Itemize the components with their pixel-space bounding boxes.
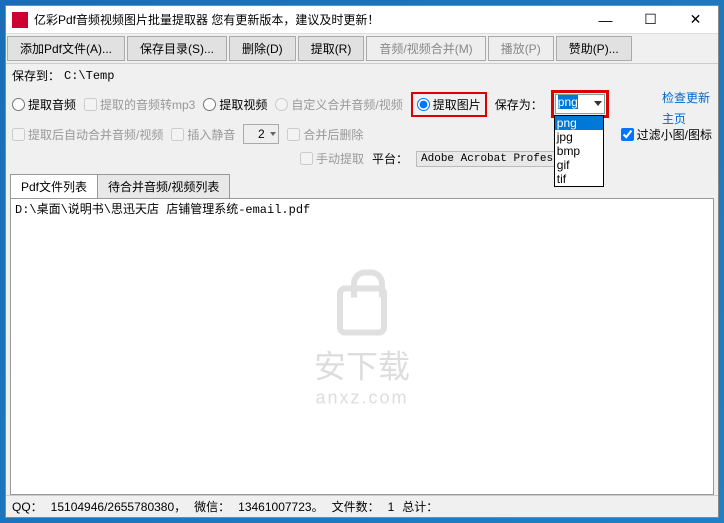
window-title: 亿彩Pdf音频视频图片批量提取器 您有更新版本，建议及时更新！	[34, 11, 583, 28]
status-qq: 15104946/2655780380，	[51, 498, 186, 515]
extract-image-radio[interactable]: 提取图片	[417, 96, 481, 113]
format-option-jpg[interactable]: jpg	[555, 130, 603, 144]
extract-button[interactable]: 提取(R)	[298, 36, 365, 61]
format-option-gif[interactable]: gif	[555, 158, 603, 172]
custom-merge-radio[interactable]: 自定义合并音频/视频	[275, 96, 402, 113]
status-qq-label: QQ：	[12, 498, 43, 515]
format-option-bmp[interactable]: bmp	[555, 144, 603, 158]
play-button[interactable]: 播放(P)	[488, 36, 554, 61]
merge-av-button[interactable]: 音频/视频合并(M)	[366, 36, 485, 61]
silence-spinner[interactable]: 2	[243, 124, 279, 144]
save-dir-button[interactable]: 保存目录(S)...	[127, 36, 227, 61]
homepage-link[interactable]: 主页	[662, 110, 710, 127]
save-to-path: C:\Temp	[64, 69, 114, 83]
toolbar: 添加Pdf文件(A)... 保存目录(S)... 删除(D) 提取(R) 音频/…	[6, 34, 718, 64]
list-item[interactable]: D:\桌面\说明书\思迅天店 店铺管理系统-email.pdf	[11, 199, 713, 218]
insert-silence-check[interactable]: 插入静音	[171, 126, 235, 143]
close-button[interactable]: ✕	[673, 6, 718, 34]
tab-merge-list[interactable]: 待合并音频/视频列表	[97, 174, 230, 198]
file-list[interactable]: D:\桌面\说明书\思迅天店 店铺管理系统-email.pdf 安下载 anxz…	[10, 198, 714, 495]
status-filecount: 1	[388, 500, 395, 514]
auto-merge-check[interactable]: 提取后自动合并音频/视频	[12, 126, 163, 143]
status-total-label: 总计：	[402, 498, 438, 515]
save-to-label: 保存到：	[12, 67, 60, 84]
status-wechat-label: 微信：	[194, 498, 230, 515]
format-option-png[interactable]: png	[555, 116, 603, 130]
save-to-row: 保存到： C:\Temp	[6, 64, 718, 87]
status-filecount-label: 文件数：	[332, 498, 380, 515]
filter-small-check[interactable]: 过滤小图/图标	[621, 126, 712, 143]
add-pdf-button[interactable]: 添加Pdf文件(A)...	[7, 36, 125, 61]
audio-to-mp3-check[interactable]: 提取的音频转mp3	[84, 96, 195, 113]
platform-label: 平台：	[372, 150, 408, 167]
extract-audio-radio[interactable]: 提取音频	[12, 96, 76, 113]
extract-options-row: 提取音频 提取的音频转mp3 提取视频 自定义合并音频/视频 提取图片 保存为：…	[6, 87, 718, 121]
app-icon	[12, 12, 28, 28]
lock-icon	[337, 285, 387, 335]
sponsor-button[interactable]: 赞助(P)...	[556, 36, 632, 61]
format-option-tif[interactable]: tif	[555, 172, 603, 186]
delete-button[interactable]: 删除(D)	[229, 36, 296, 61]
format-combo[interactable]: png	[555, 94, 605, 114]
extract-image-highlight: 提取图片	[411, 92, 487, 117]
tab-pdf-list[interactable]: Pdf文件列表	[10, 174, 98, 198]
extra-options-row: 提取后自动合并音频/视频 插入静音 2 合并后删除 过滤小图/图标	[6, 121, 718, 147]
maximize-button[interactable]: ☐	[628, 6, 673, 34]
watermark: 安下载 anxz.com	[314, 285, 410, 408]
delete-after-merge-check[interactable]: 合并后删除	[287, 126, 363, 143]
status-wechat: 13461007723。	[238, 498, 323, 515]
minimize-button[interactable]: —	[583, 6, 628, 34]
statusbar: QQ： 15104946/2655780380， 微信： 13461007723…	[6, 495, 718, 517]
save-as-label: 保存为：	[495, 96, 543, 113]
extract-video-radio[interactable]: 提取视频	[203, 96, 267, 113]
tabs: Pdf文件列表 待合并音频/视频列表	[6, 174, 718, 198]
check-update-link[interactable]: 检查更新	[662, 89, 710, 106]
manual-extract-check[interactable]: 手动提取	[300, 150, 364, 167]
format-dropdown-highlight: png png jpg bmp gif tif	[551, 90, 609, 118]
main-window: 亿彩Pdf音频视频图片批量提取器 您有更新版本，建议及时更新！ — ☐ ✕ 添加…	[5, 5, 719, 518]
platform-row: 手动提取 平台： Adobe Acrobat Professio	[6, 147, 718, 170]
titlebar[interactable]: 亿彩Pdf音频视频图片批量提取器 您有更新版本，建议及时更新！ — ☐ ✕	[6, 6, 718, 34]
format-dropdown-list: png jpg bmp gif tif	[554, 115, 604, 187]
